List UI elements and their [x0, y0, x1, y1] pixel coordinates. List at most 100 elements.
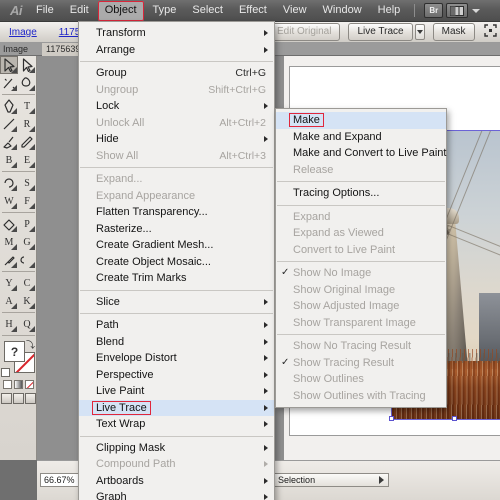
live-trace-submenu-dropdown[interactable]: Make Make and Expand Make and Convert to L… — [275, 108, 447, 408]
menu-item-show-all[interactable]: Show All Alt+Ctrl+3 — [79, 148, 274, 165]
tool-expand-corner-icon[interactable] — [29, 185, 35, 191]
edit-original-button[interactable]: Edit Original — [268, 23, 341, 41]
bridge-button[interactable]: Br — [424, 3, 444, 18]
screen-mode-normal-icon[interactable] — [0, 393, 12, 404]
tool-blend-tool[interactable] — [18, 251, 36, 269]
tool-expand-corner-icon[interactable] — [11, 326, 17, 332]
menu-item-clipping-mask[interactable]: Clipping Mask — [79, 440, 274, 457]
menu-item-release[interactable]: Release — [276, 162, 446, 179]
tool-expand-corner-icon[interactable] — [29, 126, 35, 132]
tool-pen-tool[interactable] — [0, 97, 18, 115]
menu-item-live-trace[interactable]: Live Trace — [79, 399, 274, 416]
menu-item-show-tracing-result[interactable]: ✓ Show Tracing Result — [276, 355, 446, 372]
menubar-item-window[interactable]: Window — [316, 1, 369, 21]
menu-item-path[interactable]: Path — [79, 317, 274, 334]
fill-swatch-tool[interactable]: ? — [4, 341, 25, 362]
tool-expand-corner-icon[interactable] — [11, 285, 17, 291]
menu-item-expand-as-viewed[interactable]: Expand as Viewed — [276, 225, 446, 242]
menu-item-show-no-tracing-result[interactable]: Show No Tracing Result — [276, 338, 446, 355]
menu-item-envelope-distort[interactable]: Envelope Distort — [79, 350, 274, 367]
screen-mode-full-menu-icon[interactable] — [12, 393, 24, 404]
menu-item-show-no-image[interactable]: ✓ Show No Image — [276, 265, 446, 282]
tool-eyedropper-tool[interactable] — [0, 251, 18, 269]
menubar-item-type[interactable]: Type — [146, 1, 184, 21]
tool-expand-corner-icon[interactable] — [29, 144, 35, 150]
menu-item-arrange[interactable]: Arrange — [79, 42, 274, 59]
menu-item-make[interactable]: Make — [276, 112, 446, 129]
menubar-item-edit[interactable]: Edit — [63, 1, 96, 21]
menu-item-show-adjusted-image[interactable]: Show Adjusted Image — [276, 298, 446, 315]
tool-expand-corner-icon[interactable] — [11, 244, 17, 250]
tool-pencil-tool[interactable] — [18, 133, 36, 151]
menu-item-lock[interactable]: Lock — [79, 98, 274, 115]
tool-expand-corner-icon[interactable] — [11, 226, 17, 232]
tool-expand-corner-icon[interactable] — [11, 108, 17, 114]
menu-item-expand[interactable]: Expand... — [79, 171, 274, 188]
menu-item-group[interactable]: Group Ctrl+G — [79, 65, 274, 82]
tool-selection-tool[interactable] — [0, 56, 18, 74]
menu-item-flatten-transparency[interactable]: Flatten Transparency... — [79, 204, 274, 221]
live-trace-preset-caret-icon[interactable] — [414, 24, 425, 40]
menu-item-expand[interactable]: Expand — [276, 209, 446, 226]
tool-paintbrush-tool[interactable] — [0, 133, 18, 151]
menu-item-create-trim-marks[interactable]: Create Trim Marks — [79, 270, 274, 287]
tool-expand-corner-icon[interactable] — [11, 303, 17, 309]
tool-lasso-tool[interactable] — [18, 74, 36, 92]
menu-item-show-outlines-with-tracing[interactable]: Show Outlines with Tracing — [276, 388, 446, 405]
tool-expand-corner-icon[interactable] — [29, 226, 35, 232]
tool-expand-corner-icon[interactable] — [11, 126, 17, 132]
menu-item-make-and-expand[interactable]: Make and Expand — [276, 129, 446, 146]
tool-free-transform-tool[interactable]: F — [18, 192, 36, 210]
menu-item-unlock-all[interactable]: Unlock All Alt+Ctrl+2 — [79, 115, 274, 132]
status-menu-caret-icon[interactable] — [379, 476, 385, 484]
tool-expand-corner-icon[interactable] — [29, 108, 35, 114]
tool-artboard-tool[interactable]: A — [0, 292, 18, 310]
tool-slice-tool[interactable]: K — [18, 292, 36, 310]
menu-item-show-outlines[interactable]: Show Outlines — [276, 371, 446, 388]
menu-item-create-object-mosaic[interactable]: Create Object Mosaic... — [79, 254, 274, 271]
tool-expand-corner-icon[interactable] — [11, 162, 17, 168]
none-mode-icon[interactable] — [24, 380, 34, 389]
tool-expand-corner-icon[interactable] — [29, 244, 35, 250]
live-trace-button[interactable]: Live Trace — [348, 23, 413, 41]
tool-line-segment-tool[interactable] — [0, 115, 18, 133]
selection-handle-bottom-left[interactable] — [389, 416, 394, 421]
gradient-mode-icon[interactable] — [13, 380, 23, 389]
menu-item-live-paint[interactable]: Live Paint — [79, 383, 274, 400]
tool-expand-corner-icon[interactable] — [29, 262, 35, 268]
tool-expand-corner-icon[interactable] — [11, 185, 17, 191]
tool-expand-corner-icon[interactable] — [29, 85, 35, 91]
mask-button[interactable]: Mask — [432, 23, 475, 41]
tool-zoom-tool[interactable]: Q — [18, 315, 36, 333]
tool-scale-tool[interactable]: S — [18, 174, 36, 192]
tool-expand-corner-icon[interactable] — [11, 262, 17, 268]
tool-expand-corner-icon[interactable] — [11, 144, 17, 150]
tool-perspective-grid-tool[interactable]: P — [18, 215, 36, 233]
menu-item-convert-to-live-paint[interactable]: Convert to Live Paint — [276, 242, 446, 259]
object-menu-dropdown[interactable]: Transform Arrange Group Ctrl+G Ungroup Shift+… — [78, 21, 275, 500]
selection-handle-bottom-center[interactable] — [452, 416, 457, 421]
tool-expand-corner-icon[interactable] — [29, 285, 35, 291]
screen-mode-full-icon[interactable] — [24, 393, 36, 404]
tool-width-tool[interactable]: W — [0, 192, 18, 210]
menubar-item-view[interactable]: View — [276, 1, 314, 21]
menu-item-show-original-image[interactable]: Show Original Image — [276, 282, 446, 299]
tool-expand-corner-icon[interactable] — [11, 203, 17, 209]
menu-item-slice[interactable]: Slice — [79, 294, 274, 311]
menu-item-perspective[interactable]: Perspective — [79, 367, 274, 384]
tool-expand-corner-icon[interactable] — [29, 162, 35, 168]
tool-symbol-sprayer-tool[interactable]: Y — [0, 274, 18, 292]
menu-item-blend[interactable]: Blend — [79, 334, 274, 351]
menu-item-expand-appearance[interactable]: Expand Appearance — [79, 188, 274, 205]
tool-rectangle-tool[interactable]: R — [18, 115, 36, 133]
menu-item-ungroup[interactable]: Ungroup Shift+Ctrl+G — [79, 82, 274, 99]
menubar-item-effect[interactable]: Effect — [232, 1, 274, 21]
menu-item-artboards[interactable]: Artboards — [79, 473, 274, 490]
tool-gradient-tool[interactable]: G — [18, 233, 36, 251]
tool-expand-corner-icon[interactable] — [29, 67, 35, 73]
tool-column-graph-tool[interactable]: C — [18, 274, 36, 292]
fill-stroke-swatches[interactable]: ? ⤵ — [0, 338, 37, 378]
menu-item-make-and-convert-to-live-paint[interactable]: Make and Convert to Live Paint — [276, 145, 446, 162]
menubar-item-file[interactable]: File — [29, 1, 61, 21]
object-type-link[interactable]: Image — [9, 27, 37, 38]
